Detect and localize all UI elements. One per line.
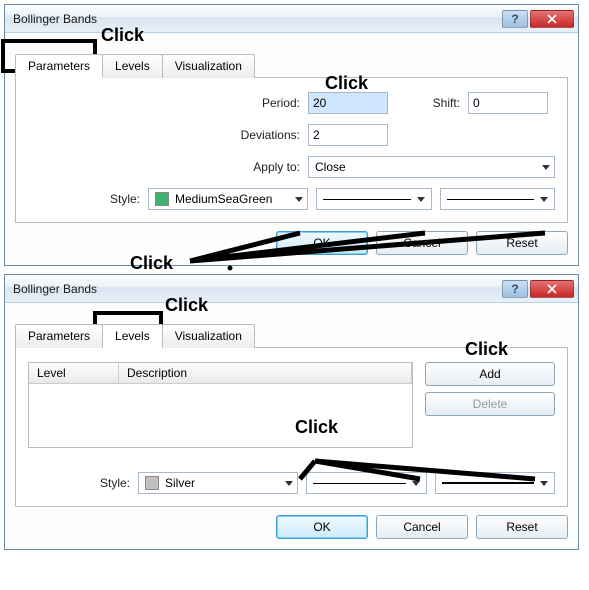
levels-side-buttons: Add Delete: [425, 362, 555, 448]
tab-visualization[interactable]: Visualization: [162, 324, 255, 348]
tab-bar: Parameters Levels Visualization: [15, 53, 568, 78]
chevron-down-icon: [540, 197, 548, 202]
ok-button[interactable]: OK: [276, 231, 368, 255]
close-button[interactable]: [530, 10, 574, 28]
ok-button[interactable]: OK: [276, 515, 368, 539]
dialog-bollinger-parameters: Bollinger Bands ? Click Click Parameters…: [4, 4, 579, 266]
applyto-value: Close: [315, 160, 346, 174]
label-style: Style:: [28, 476, 138, 490]
levels-table-header: Level Description: [29, 363, 412, 384]
add-button[interactable]: Add: [425, 362, 555, 386]
titlebar: Bollinger Bands ?: [5, 275, 578, 303]
tabpanel-parameters: Period: Shift: Deviations: Apply to: Clo…: [15, 78, 568, 223]
chevron-down-icon: [417, 197, 425, 202]
deviations-input[interactable]: [308, 124, 388, 146]
label-applyto: Apply to:: [28, 160, 308, 174]
window-title: Bollinger Bands: [13, 282, 500, 296]
chevron-down-icon: [295, 197, 303, 202]
tab-bar: Parameters Levels Visualization: [15, 323, 568, 348]
style-color-select[interactable]: MediumSeaGreen: [148, 188, 308, 210]
color-swatch: [145, 476, 159, 490]
applyto-select[interactable]: Close: [308, 156, 555, 178]
help-button[interactable]: ?: [502, 280, 528, 298]
label-style: Style:: [28, 192, 148, 206]
reset-button[interactable]: Reset: [476, 515, 568, 539]
tabpanel-levels: Level Description Add Delete Click Style…: [15, 348, 568, 507]
annotation-click-3: Click: [130, 253, 173, 274]
tab-parameters[interactable]: Parameters: [15, 54, 103, 78]
cancel-button[interactable]: Cancel: [376, 515, 468, 539]
close-icon: [547, 284, 557, 294]
period-input[interactable]: [308, 92, 388, 114]
reset-button[interactable]: Reset: [476, 231, 568, 255]
chevron-down-icon: [412, 481, 420, 486]
style-line-select[interactable]: [306, 472, 427, 494]
color-swatch: [155, 192, 169, 206]
chevron-down-icon: [540, 481, 548, 486]
button-row: OK Cancel Reset: [15, 231, 568, 255]
window-title: Bollinger Bands: [13, 12, 500, 26]
style-color-name: Silver: [165, 476, 195, 490]
style-width-select[interactable]: [435, 472, 556, 494]
tab-visualization[interactable]: Visualization: [162, 54, 255, 78]
label-period: Period:: [28, 96, 308, 110]
levels-table[interactable]: Level Description: [28, 362, 413, 448]
tab-parameters[interactable]: Parameters: [15, 324, 103, 348]
close-icon: [547, 14, 557, 24]
levels-table-body: [29, 384, 412, 447]
style-line-select[interactable]: [316, 188, 432, 210]
style-color-name: MediumSeaGreen: [175, 192, 272, 206]
chevron-down-icon: [542, 165, 550, 170]
chevron-down-icon: [285, 481, 293, 486]
label-deviations: Deviations:: [28, 128, 308, 142]
button-row: OK Cancel Reset: [15, 515, 568, 539]
dialog-bollinger-levels: Bollinger Bands ? Click Click Parameters…: [4, 274, 579, 550]
label-shift: Shift:: [388, 96, 468, 110]
style-width-select[interactable]: [440, 188, 556, 210]
style-color-select[interactable]: Silver: [138, 472, 298, 494]
tab-levels[interactable]: Levels: [102, 54, 163, 78]
tab-levels[interactable]: Levels: [102, 324, 163, 348]
titlebar: Bollinger Bands ?: [5, 5, 578, 33]
help-button[interactable]: ?: [502, 10, 528, 28]
close-button[interactable]: [530, 280, 574, 298]
col-description: Description: [119, 363, 412, 383]
cancel-button[interactable]: Cancel: [376, 231, 468, 255]
shift-input[interactable]: [468, 92, 548, 114]
delete-button: Delete: [425, 392, 555, 416]
col-level: Level: [29, 363, 119, 383]
